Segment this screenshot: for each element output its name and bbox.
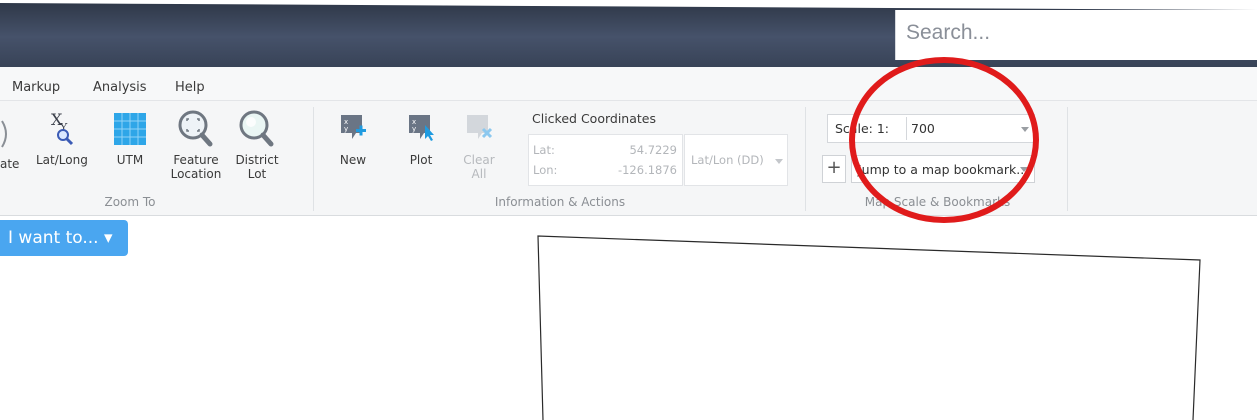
annotation-circle [849,57,1039,223]
